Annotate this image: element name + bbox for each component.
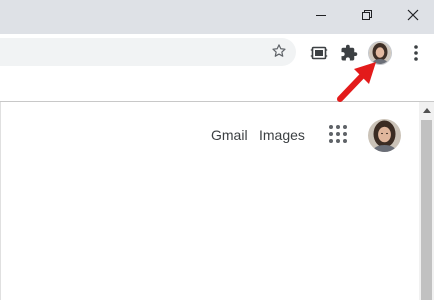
browser-window: Gmail Images — [0, 0, 434, 300]
minimize-icon — [316, 15, 326, 16]
restore-icon — [362, 10, 372, 20]
kebab-menu-icon — [414, 45, 418, 61]
extensions-button[interactable] — [335, 39, 363, 67]
gmail-link[interactable]: Gmail — [211, 126, 248, 144]
close-window-button[interactable] — [390, 0, 434, 30]
tab-search-button[interactable] — [305, 39, 333, 67]
title-bar — [0, 0, 434, 34]
close-icon — [407, 9, 419, 21]
puzzle-icon — [341, 44, 358, 61]
vertical-scrollbar[interactable] — [419, 102, 434, 300]
chevron-up-icon — [422, 108, 431, 113]
page-edge — [0, 102, 418, 300]
star-icon — [272, 44, 286, 57]
apps-grid-icon — [329, 125, 347, 143]
avatar — [369, 42, 391, 64]
tab-search-icon — [310, 46, 328, 60]
minimize-button[interactable] — [298, 0, 344, 30]
scrollbar-thumb[interactable] — [421, 120, 432, 300]
scroll-up-button[interactable] — [419, 102, 434, 119]
page-content: Gmail Images — [0, 102, 434, 300]
bookmark-button[interactable] — [266, 38, 292, 64]
account-avatar[interactable] — [368, 119, 401, 152]
browser-toolbar — [0, 34, 434, 72]
restore-button[interactable] — [344, 0, 390, 30]
google-apps-button[interactable] — [326, 122, 350, 146]
address-bar[interactable] — [0, 38, 296, 66]
images-link[interactable]: Images — [259, 126, 305, 144]
browser-menu-button[interactable] — [402, 39, 430, 67]
profile-button[interactable] — [366, 39, 394, 67]
